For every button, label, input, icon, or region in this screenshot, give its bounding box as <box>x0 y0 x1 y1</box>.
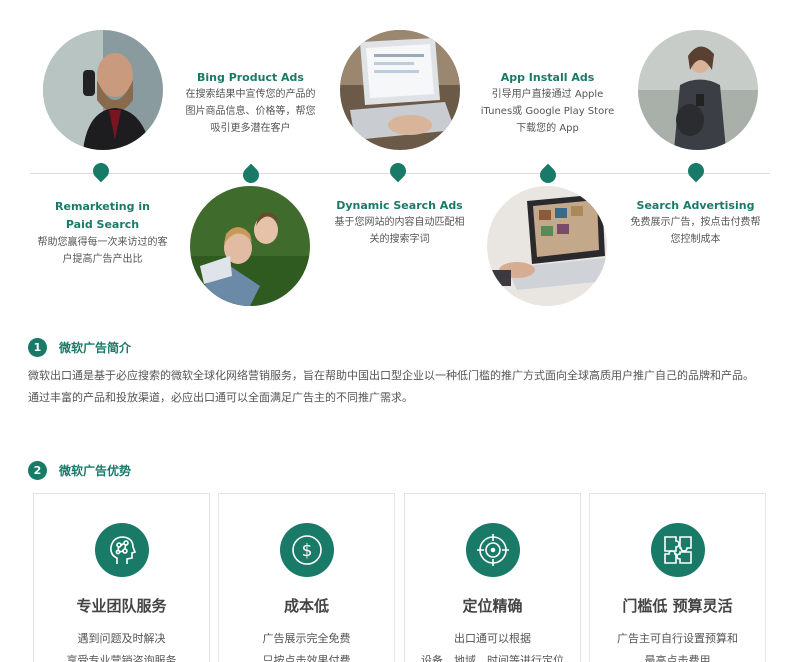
photo-bearded-man-on-phone <box>43 30 163 150</box>
photo-woman-with-phone <box>638 30 758 150</box>
advantage-line: 只按点击效果付费 <box>262 654 351 662</box>
advantage-title: 门槛低 预算灵活 <box>622 597 733 615</box>
intro-paragraph: 通过丰富的产品和投放渠道，必应出口通可以全面满足广告主的不同推广需求。 <box>28 391 413 404</box>
advantage-card-low-threshold: 门槛低 预算灵活 广告主可自行设置预算和 最高点击费用 <box>589 493 766 662</box>
section-intro-heading: 1 微软广告简介 <box>28 338 131 357</box>
svg-text:$: $ <box>301 541 312 561</box>
section-title: 微软广告简介 <box>59 341 132 355</box>
advantage-line: 广告展示完全免费 <box>262 632 351 645</box>
timeline-marker-remarketing <box>89 159 113 183</box>
advantage-line: 享受专业营销咨询服务 <box>66 654 177 662</box>
timeline-item-desc: 免费展示广告，按点击付费帮 <box>630 217 761 228</box>
timeline-item-title: Search Advertising <box>636 199 755 212</box>
advantage-card-team-service: 专业团队服务 遇到问题及时解决 享受专业营销咨询服务 <box>33 493 210 662</box>
timeline-item-desc: 吸引更多潜在客户 <box>210 123 291 134</box>
timeline-item-desc: 图片商品信息、价格等，帮您 <box>185 106 316 117</box>
advantage-title: 成本低 <box>283 597 329 615</box>
ad-products-timeline: Bing Product Ads 在搜索结果中宣传您的产品的 图片商品信息、价格… <box>0 0 800 320</box>
section-advantages-heading: 2 微软广告优势 <box>28 461 131 480</box>
timeline-item-desc: 您控制成本 <box>670 234 721 245</box>
timeline-item-desc: 基于您网站的内容自动匹配相 <box>334 217 465 228</box>
timeline-item-app-install-ads: App Install Ads 引导用户直接通过 Apple iTunes或 G… <box>475 70 620 137</box>
advantage-title: 定位精确 <box>462 597 523 615</box>
timeline-item-search-advertising: Search Advertising 免费展示广告，按点击付费帮 您控制成本 <box>623 198 768 248</box>
advantage-title: 专业团队服务 <box>76 597 167 615</box>
intro-paragraph: 微软出口通是基于必应搜索的微软全球化网络营销服务，旨在帮助中国出口型企业以一种低… <box>28 369 754 382</box>
timeline-marker-dynamic-search <box>386 159 410 183</box>
timeline-item-desc: 户提高广告产出比 <box>62 254 143 265</box>
timeline-marker-app-install <box>536 163 560 187</box>
advantage-line: 广告主可自行设置预算和 <box>617 632 738 645</box>
advantage-card-precise-targeting: 定位精确 出口通可以根据 设备、地域、时间等进行定位 <box>404 493 581 662</box>
timeline-item-title: Dynamic Search Ads <box>336 199 463 212</box>
advantage-line: 遇到问题及时解决 <box>77 632 166 645</box>
timeline-item-dynamic-search-ads: Dynamic Search Ads 基于您网站的内容自动匹配相 关的搜索字词 <box>327 198 472 248</box>
timeline-item-desc: iTunes或 Google Play Store <box>480 106 615 117</box>
advantage-line: 出口通可以根据 <box>454 632 531 645</box>
timeline-item-desc: 关的搜索字词 <box>369 234 430 245</box>
timeline-item-desc: 下载您的 App <box>516 123 579 134</box>
section-number: 1 <box>28 338 47 357</box>
target-icon <box>465 523 520 577</box>
puzzle-icon <box>650 523 705 577</box>
advantage-line: 最高点击费用 <box>644 654 711 662</box>
section-number: 2 <box>28 461 47 480</box>
timeline-item-title: App Install Ads <box>500 71 595 84</box>
advantage-line: 设备、地域、时间等进行定位 <box>421 654 564 662</box>
timeline-item-desc: 引导用户直接通过 Apple <box>491 89 604 100</box>
timeline-item-title: Remarketing in Paid Search <box>55 200 150 231</box>
photo-friends-on-grass <box>190 186 310 306</box>
photo-laptop-typing <box>340 30 460 150</box>
dollar-icon: $ <box>279 523 334 577</box>
intro-text: 微软出口通是基于必应搜索的微软全球化网络营销服务，旨在帮助中国出口型企业以一种低… <box>28 365 773 409</box>
timeline-marker-bing-product <box>239 163 263 187</box>
section-title: 微软广告优势 <box>59 464 132 478</box>
timeline-item-desc: 在搜索结果中宣传您的产品的 <box>185 89 316 100</box>
timeline-item-title: Bing Product Ads <box>197 71 304 84</box>
timeline-item-remarketing: Remarketing in Paid Search 帮助您赢得每一次来访过的客… <box>30 198 175 268</box>
advantage-card-low-cost: $ 成本低 广告展示完全免费 只按点击效果付费 <box>218 493 395 662</box>
timeline-item-bing-product-ads: Bing Product Ads 在搜索结果中宣传您的产品的 图片商品信息、价格… <box>178 70 323 137</box>
timeline-item-desc: 帮助您赢得每一次来访过的客 <box>37 237 168 248</box>
head-network-icon <box>94 523 149 577</box>
timeline-marker-search-advertising <box>684 159 708 183</box>
photo-laptop-gallery <box>487 186 607 306</box>
